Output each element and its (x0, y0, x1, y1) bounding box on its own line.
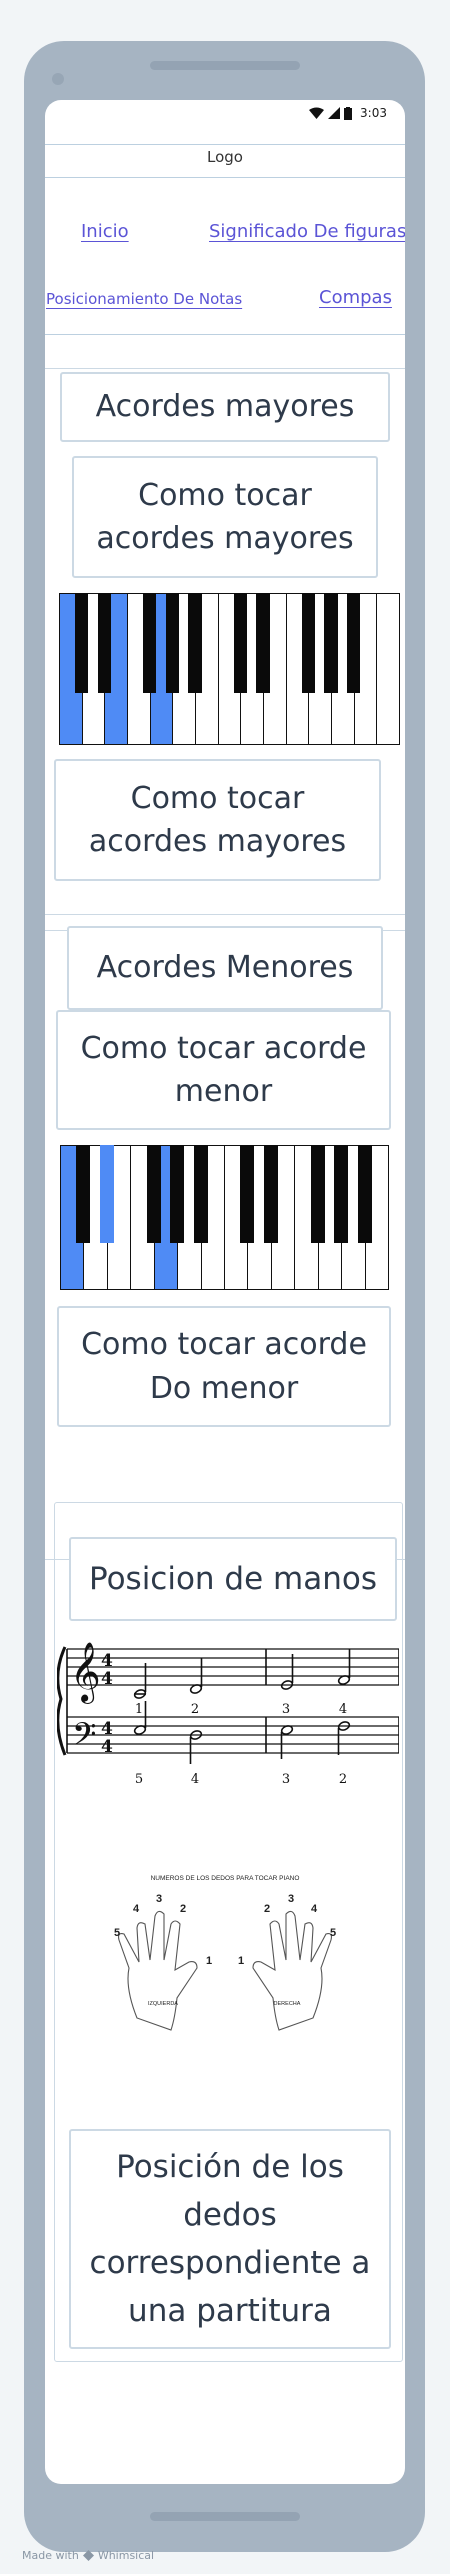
finger-chart-title: NUMEROS DE LOS DEDOS PARA TOCAR PIANO (151, 1875, 300, 1882)
piano-black-key[interactable] (170, 1145, 185, 1243)
piano-black-key[interactable] (301, 593, 316, 693)
nav-inicio-link[interactable]: Inicio (81, 221, 129, 242)
sheet-music-image: 𝄞 𝄢 4 4 4 4 1 2 3 4 5 4 3 2 (57, 1642, 399, 1787)
piano-black-key[interactable] (256, 593, 270, 693)
piano-black-key[interactable] (310, 1145, 325, 1243)
bass-clef-icon: 𝄢 (72, 1716, 96, 1760)
whimsical-logo-icon (82, 2550, 94, 2561)
menores-title: Acordes Menores (96, 950, 354, 986)
battery-icon (344, 106, 353, 120)
status-icons: 3:03 (309, 105, 387, 121)
made-with-label: Made with (22, 2549, 79, 2562)
header-divider-top (45, 144, 405, 145)
piano-keyboard-mayores (59, 593, 400, 745)
menores-how-to-box-2: Como tocar acorde Do menor (57, 1306, 391, 1427)
piano-black-key[interactable] (99, 1145, 114, 1243)
bass-finger-3: 3 (282, 1772, 290, 1787)
manos-title-box: Posicion de manos (69, 1537, 397, 1621)
bass-staff-lines (67, 1716, 399, 1754)
left-finger-3: 3 (156, 1893, 162, 1905)
treble-time-top: 4 (101, 1651, 113, 1671)
logo: Logo (207, 148, 243, 166)
mayores-how-to-2: Como tocar acordes mayores (88, 780, 347, 860)
status-bar: 3:03 (45, 100, 405, 126)
nav-compas-link[interactable]: Compas (319, 287, 392, 308)
treble-clef-icon: 𝄞 (70, 1642, 101, 1704)
right-finger-4: 4 (311, 1903, 318, 1915)
mayores-title: Acordes mayores (95, 389, 355, 425)
nav-posicionamiento-link[interactable]: Posicionamiento De Notas (46, 290, 242, 308)
manos-caption-box: Posición de los dedos correspondiente a … (69, 2129, 391, 2349)
piano-black-key[interactable] (165, 593, 180, 693)
piano-black-key[interactable] (74, 593, 89, 693)
bass-time-bottom: 4 (101, 1737, 113, 1757)
nav-divider (45, 334, 405, 335)
treble-notes (133, 1649, 351, 1699)
piano-black-key[interactable] (146, 1145, 161, 1243)
mayores-how-to-box-1: Como tocar acordes mayores (72, 456, 378, 578)
piano-black-key[interactable] (76, 1145, 91, 1243)
left-finger-5: 5 (114, 1927, 120, 1939)
finger-numbers-image: NUMEROS DE LOS DEDOS PARA TOCAR PIANO 5 … (114, 1875, 336, 2031)
right-finger-2: 2 (264, 1903, 270, 1915)
piano-white-key[interactable] (376, 593, 400, 745)
menores-title-box: Acordes Menores (67, 926, 383, 1010)
right-finger-1: 1 (238, 1955, 244, 1967)
header-divider-bottom (45, 177, 405, 178)
piano-black-key[interactable] (263, 1145, 278, 1243)
manos-title: Posicion de manos (88, 1560, 377, 1597)
bass-notes (133, 1701, 351, 1764)
menores-how-to-2: Como tocar acorde Do menor (81, 1327, 367, 1406)
left-finger-4: 4 (133, 1903, 140, 1915)
piano-black-key[interactable] (357, 1145, 372, 1243)
piano-black-key[interactable] (188, 593, 202, 693)
right-hand-label: DERECHA (274, 2001, 301, 2007)
treble-finger-4: 4 (339, 1702, 347, 1717)
treble-time-bottom: 4 (101, 1669, 113, 1689)
treble-finger-1: 1 (135, 1702, 143, 1717)
mayores-title-box: Acordes mayores (60, 372, 390, 442)
home-indicator[interactable] (150, 2512, 300, 2521)
bass-time-top: 4 (101, 1719, 113, 1739)
phone-screen: 3:03 Logo Inicio Significado De figuras … (45, 100, 405, 2484)
wifi-icon (309, 107, 325, 119)
manos-caption: Posición de los dedos correspondiente a … (89, 2148, 371, 2330)
piano-keyboard-menores (60, 1145, 389, 1290)
piano-black-key[interactable] (334, 1145, 349, 1243)
piano-black-key[interactable] (142, 593, 157, 693)
nav-significado-link[interactable]: Significado De figuras (209, 221, 405, 242)
piano-black-key[interactable] (346, 593, 361, 693)
left-finger-2: 2 (180, 1903, 186, 1915)
treble-finger-3: 3 (282, 1702, 290, 1717)
left-hand-outline-icon (118, 1910, 198, 2031)
piano-black-key[interactable] (97, 593, 112, 693)
status-time: 3:03 (360, 106, 387, 120)
piano-black-key[interactable] (324, 593, 338, 693)
bass-finger-4: 2 (339, 1772, 347, 1787)
grand-staff-brace (57, 1646, 67, 1756)
piano-black-key[interactable] (193, 1145, 208, 1243)
piano-black-key[interactable] (240, 1145, 255, 1243)
left-hand-label: IZQUIERDA (148, 2001, 178, 2007)
mayores-how-to-1: Como tocar acordes mayores (96, 477, 354, 557)
signal-icon (328, 107, 341, 119)
treble-finger-2: 2 (191, 1702, 199, 1717)
menores-how-to-box-1: Como tocar acorde menor (56, 1010, 391, 1130)
made-with-whimsical[interactable]: Made with Whimsical (22, 2549, 154, 2562)
mayores-how-to-box-2: Como tocar acordes mayores (54, 759, 381, 881)
menores-how-to-1: Como tocar acorde menor (80, 1030, 367, 1110)
right-finger-3: 3 (288, 1893, 294, 1905)
brand-label: Whimsical (97, 2549, 155, 2562)
camera-dot (52, 73, 64, 85)
speaker-grille (150, 61, 300, 70)
piano-black-key[interactable] (233, 593, 248, 693)
bass-finger-2: 4 (191, 1772, 199, 1787)
bass-finger-1: 5 (135, 1772, 143, 1787)
right-finger-5: 5 (330, 1927, 336, 1939)
right-hand-outline-icon (252, 1910, 332, 2031)
left-finger-1: 1 (206, 1955, 212, 1967)
